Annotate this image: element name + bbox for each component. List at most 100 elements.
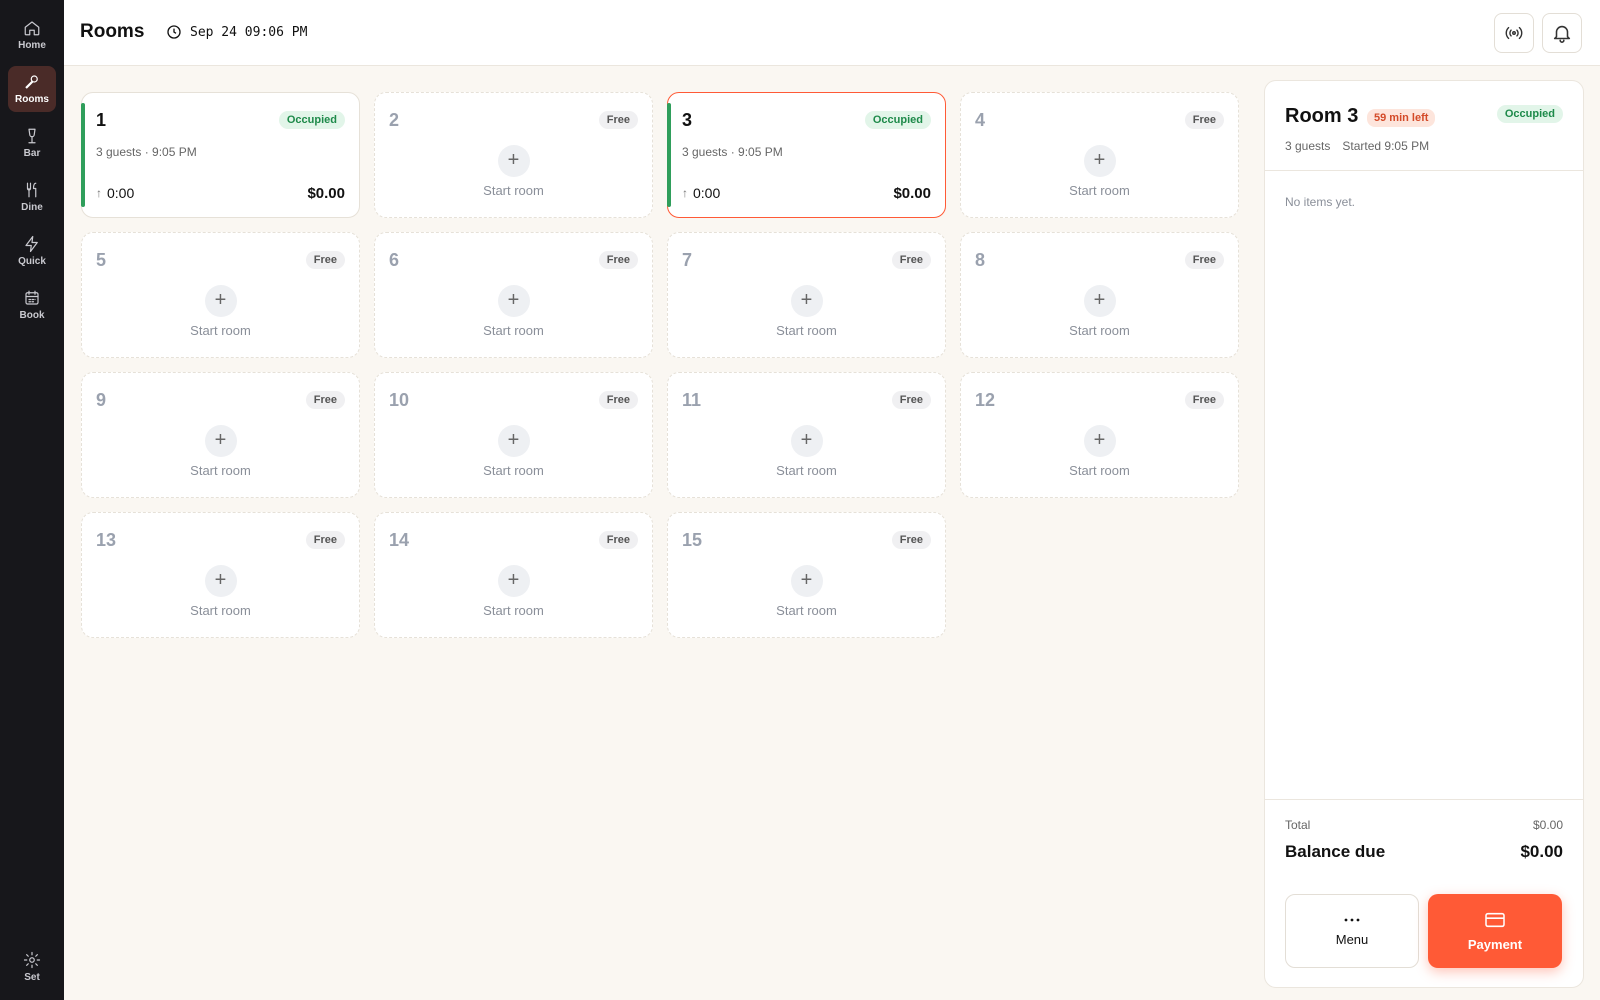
panel-guests: 3 guests <box>1285 139 1331 153</box>
menu-button-label: Menu <box>1335 931 1369 947</box>
status-badge: Free <box>598 391 638 409</box>
room-card-5[interactable]: 5 Free + Start room <box>81 232 360 358</box>
room-card-14[interactable]: 14 Free + Start room <box>374 512 653 638</box>
room-card-8[interactable]: 8 Free + Start room <box>960 232 1239 358</box>
plus-icon[interactable]: + <box>497 285 530 317</box>
room-number: 7 <box>682 250 693 270</box>
total-value: $0.00 <box>1532 818 1563 832</box>
nav-quick-label: Quick <box>18 256 46 267</box>
nav-dine[interactable]: Dine <box>8 174 56 220</box>
start-room-label: Start room <box>190 603 251 618</box>
nav-bar-label: Bar <box>23 148 41 159</box>
room-amount: $0.00 <box>893 185 931 202</box>
room-card-10[interactable]: 10 Free + Start room <box>374 372 653 498</box>
room-number: 14 <box>389 530 410 550</box>
room-card-9[interactable]: 9 Free + Start room <box>81 372 360 498</box>
page-title: Rooms <box>80 21 145 42</box>
bell-icon <box>1553 25 1571 43</box>
room-card-1[interactable]: 1 Occupied 3 guests · 9:05 PM ↑ 0:00 $0.0… <box>81 92 360 218</box>
start-room-label: Start room <box>190 463 251 478</box>
room-number: 12 <box>975 390 996 410</box>
status-badge: Free <box>598 251 638 269</box>
start-room-label: Start room <box>483 323 544 338</box>
clock-icon <box>167 25 181 39</box>
status-badge: Free <box>891 251 931 269</box>
plus-icon[interactable]: + <box>790 565 823 597</box>
nav-rooms[interactable]: Rooms <box>8 66 56 112</box>
status-badge: Free <box>305 391 345 409</box>
nav-book[interactable]: Book <box>8 282 56 328</box>
start-room-label: Start room <box>1069 463 1130 478</box>
plus-icon[interactable]: + <box>790 425 823 457</box>
top-header: Rooms Sep 24 09:06 PM <box>64 0 1600 66</box>
room-number: 6 <box>389 250 400 270</box>
fork-knife-icon <box>26 182 37 198</box>
nav-bar[interactable]: Bar <box>8 120 56 166</box>
room-number: 10 <box>389 390 410 410</box>
room-card-11[interactable]: 11 Free + Start room <box>667 372 946 498</box>
room-number: 3 <box>682 110 693 130</box>
nav-book-label: Book <box>19 310 45 321</box>
room-card-6[interactable]: 6 Free + Start room <box>374 232 653 358</box>
nav-home-label: Home <box>18 40 46 51</box>
plus-icon[interactable]: + <box>1083 145 1116 177</box>
plus-icon[interactable]: + <box>204 425 237 457</box>
gear-icon <box>23 951 41 969</box>
room-card-15[interactable]: 15 Free + Start room <box>667 512 946 638</box>
status-badge: Free <box>1184 391 1224 409</box>
room-number: 11 <box>682 390 702 410</box>
room-card-3[interactable]: 3 Occupied 3 guests · 9:05 PM ↑ 0:00 $0.0… <box>667 92 946 218</box>
balance-value: $0.00 <box>1520 842 1563 861</box>
plus-icon[interactable]: + <box>497 425 530 457</box>
room-timer: ↑ 0:00 <box>682 185 720 201</box>
nav-rooms-label: Rooms <box>15 94 49 105</box>
plus-icon[interactable]: + <box>790 285 823 317</box>
datetime-text: Sep 24 09:06 PM <box>190 24 308 40</box>
room-card-13[interactable]: 13 Free + Start room <box>81 512 360 638</box>
start-room-label: Start room <box>190 323 251 338</box>
plus-icon[interactable]: + <box>204 565 237 597</box>
status-badge: Free <box>1184 251 1224 269</box>
payment-button[interactable]: Payment <box>1428 894 1562 968</box>
room-number: 2 <box>389 110 400 130</box>
status-badge: Free <box>598 531 638 549</box>
plus-icon[interactable]: + <box>497 565 530 597</box>
room-number: 13 <box>96 530 117 550</box>
arrow-up-icon: ↑ <box>96 186 102 200</box>
start-room-label: Start room <box>776 603 837 618</box>
total-label: Total <box>1285 818 1311 832</box>
room-card-2[interactable]: 2 Free + Start room <box>374 92 653 218</box>
room-timer-value: 0:00 <box>107 185 135 201</box>
sidebar: Home Rooms Bar Dine Quick Book Set <box>0 0 64 1000</box>
panel-status-badge: Occupied <box>1496 105 1563 123</box>
nav-home[interactable]: Home <box>8 12 56 58</box>
status-badge: Free <box>891 531 931 549</box>
nav-dine-label: Dine <box>21 202 43 213</box>
broadcast-icon <box>1505 26 1523 40</box>
plus-icon[interactable]: + <box>1083 285 1116 317</box>
room-card-4[interactable]: 4 Free + Start room <box>960 92 1239 218</box>
nav-quick[interactable]: Quick <box>8 228 56 274</box>
notifications-button[interactable] <box>1542 13 1582 53</box>
plus-icon[interactable]: + <box>204 285 237 317</box>
room-number: 5 <box>96 250 107 270</box>
panel-footer: Total $0.00 Balance due $0.00 Menu Payme… <box>1265 799 1583 989</box>
room-number: 15 <box>682 530 703 550</box>
time-left-badge: 59 min left <box>1367 109 1436 127</box>
plus-icon[interactable]: + <box>1083 425 1116 457</box>
status-badge: Free <box>598 111 638 129</box>
datetime-display: Sep 24 09:06 PM <box>166 24 307 40</box>
plus-icon[interactable]: + <box>497 145 530 177</box>
room-card-7[interactable]: 7 Free + Start room <box>667 232 946 358</box>
broadcast-button[interactable] <box>1494 13 1534 53</box>
panel-started: Started 9:05 PM <box>1342 139 1430 153</box>
start-room-label: Start room <box>776 323 837 338</box>
menu-button[interactable]: Menu <box>1285 894 1419 968</box>
status-badge: Free <box>305 251 345 269</box>
status-badge: Occupied <box>278 111 345 129</box>
status-badge: Free <box>305 531 345 549</box>
room-card-12[interactable]: 12 Free + Start room <box>960 372 1239 498</box>
nav-settings[interactable]: Set <box>8 944 56 990</box>
microphone-icon <box>25 75 38 89</box>
room-timer-value: 0:00 <box>693 185 721 201</box>
